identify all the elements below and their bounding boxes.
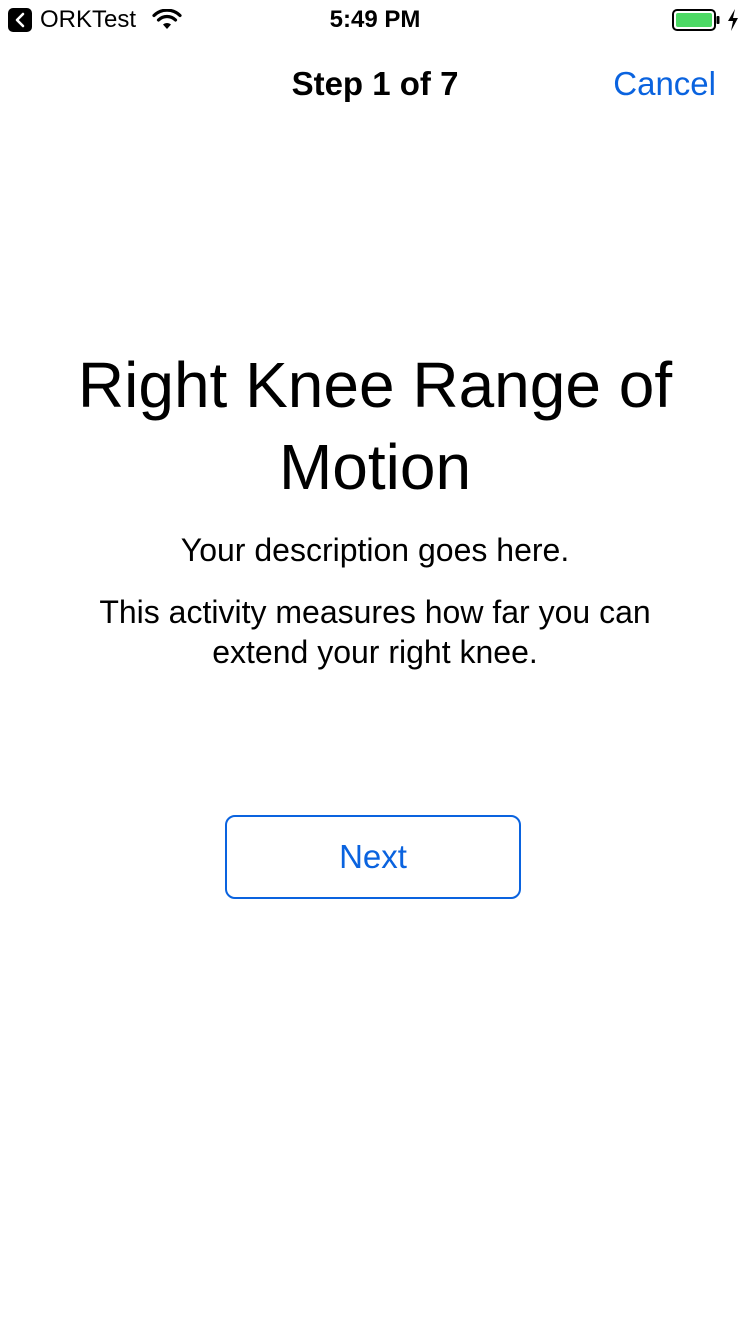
- status-time: 5:49 PM: [329, 6, 421, 33]
- description-text: Your description goes here.: [180, 532, 570, 568]
- cancel-button[interactable]: Cancel: [613, 64, 716, 104]
- detail-text: This activity measures how far you can e…: [99, 594, 651, 670]
- battery-icon: [672, 9, 720, 31]
- next-button[interactable]: Next: [225, 815, 521, 899]
- page-title: Right Knee Range of Motion: [77, 349, 673, 503]
- status-bar: ORKTest 5:49 PM: [0, 0, 750, 40]
- lightning-icon: [728, 9, 738, 31]
